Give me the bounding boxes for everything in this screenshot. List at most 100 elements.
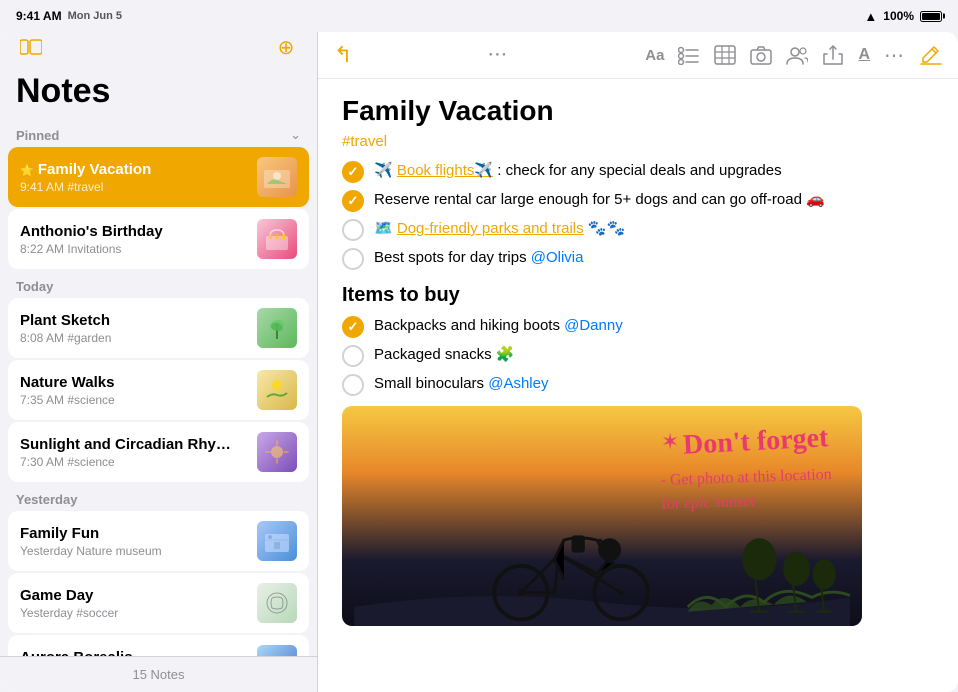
pinned-chevron[interactable]: ⌄ <box>290 127 301 143</box>
sidebar: ⊕ Notes Pinned ⌄ ⭐ Family Vacation 9:41 … <box>0 32 318 692</box>
toolbar-left: ↰ <box>334 42 352 68</box>
note-thumb-family-vacation <box>257 157 297 197</box>
note-editor[interactable]: Family Vacation #travel ✈️ Book flights✈… <box>318 79 958 692</box>
notes-title: Notes <box>0 68 317 119</box>
status-bar: 9:41 AM Mon Jun 5 ▲ 100% <box>0 0 958 32</box>
note-item-family-fun[interactable]: Family Fun Yesterday Nature museum <box>8 511 309 571</box>
note-title-game-day: Game Day <box>20 587 247 604</box>
note-meta-nature-walks: 7:35 AM #science <box>20 393 247 407</box>
sidebar-toggle-button[interactable] <box>16 32 46 62</box>
note-item-content: Family Fun Yesterday Nature museum <box>20 525 247 558</box>
note-title-aurora-borealis: Aurora Borealis <box>20 649 247 657</box>
wifi-icon: ▲ <box>864 9 877 24</box>
more-options-button[interactable]: ⊕ <box>271 32 301 62</box>
checklist-item-2: Reserve rental car large enough for 5+ d… <box>342 189 934 212</box>
mention-ashley: @Ashley <box>488 375 548 392</box>
flight-emoji: ✈️ <box>374 162 397 179</box>
markup-button[interactable]: A <box>858 46 870 64</box>
flight-text: : check for any special deals and upgrad… <box>493 162 782 179</box>
toolbar-right: Aa <box>645 43 942 68</box>
note-item-content: Nature Walks 7:35 AM #science <box>20 374 247 407</box>
note-thumb-sunlight-circadian <box>257 432 297 472</box>
book-flights-link[interactable]: Book flights✈️ <box>397 162 493 179</box>
buy-item-1: Backpacks and hiking boots @Danny <box>342 315 934 338</box>
pinned-section-header: Pinned ⌄ <box>8 119 309 147</box>
mention-danny: @Danny <box>564 317 623 334</box>
compose-button[interactable] <box>920 45 942 65</box>
items-to-buy-heading: Items to buy <box>342 284 934 307</box>
note-title-sunlight-circadian: Sunlight and Circadian Rhy… <box>20 436 247 453</box>
handwrite-star-icon: ✶ <box>661 429 679 455</box>
buy-check-1[interactable] <box>342 316 364 338</box>
checklist-button[interactable] <box>678 45 700 65</box>
collaborate-button[interactable] <box>786 45 808 65</box>
battery-percent: 100% <box>883 9 914 23</box>
note-item-sunlight-circadian[interactable]: Sunlight and Circadian Rhy… 7:30 AM #sci… <box>8 422 309 482</box>
check-circle-1[interactable] <box>342 161 364 183</box>
dog-parks-link[interactable]: Dog-friendly parks and trails <box>397 220 584 237</box>
note-meta-anthonios-birthday: 8:22 AM Invitations <box>20 242 247 256</box>
note-title-nature-walks: Nature Walks <box>20 374 247 391</box>
buy-check-2[interactable] <box>342 345 364 367</box>
check-circle-3[interactable] <box>342 219 364 241</box>
note-item-content: Game Day Yesterday #soccer <box>20 587 247 620</box>
buy-text-3: Small binoculars @Ashley <box>374 373 548 394</box>
buy-item-2: Packaged snacks 🧩 <box>342 344 934 367</box>
checklist-item-3: 🗺️ Dog-friendly parks and trails 🐾🐾 <box>342 218 934 241</box>
buy-text-1: Backpacks and hiking boots @Danny <box>374 315 623 336</box>
note-item-anthonios-birthday[interactable]: Anthonio's Birthday 8:22 AM Invitations <box>8 209 309 269</box>
today-label: Today <box>16 279 53 294</box>
note-meta-plant-sketch: 8:08 AM #garden <box>20 331 247 345</box>
note-image: ✶ Don't forget - Get photo at this locat… <box>342 406 862 626</box>
cyclist-svg <box>342 483 862 626</box>
sidebar-toolbar: ⊕ <box>0 32 317 68</box>
toolbar-center: ●●● <box>489 52 509 58</box>
note-item-content: ⭐ Family Vacation 9:41 AM #travel <box>20 161 247 194</box>
font-format-button[interactable]: Aa <box>645 47 664 64</box>
note-item-content: Aurora Borealis Yesterday Collisions wit… <box>20 649 247 657</box>
buy-item-3: Small binoculars @Ashley <box>342 373 934 396</box>
check-circle-4[interactable] <box>342 248 364 270</box>
note-item-content: Plant Sketch 8:08 AM #garden <box>20 312 247 345</box>
check-circle-2[interactable] <box>342 190 364 212</box>
handwrite-dont-forget: Don't forget <box>683 422 830 462</box>
note-item-content: Anthonio's Birthday 8:22 AM Invitations <box>20 223 247 256</box>
note-meta-family-vacation: 9:41 AM #travel <box>20 180 247 194</box>
table-button[interactable] <box>714 45 736 65</box>
note-item-nature-walks[interactable]: Nature Walks 7:35 AM #science <box>8 360 309 420</box>
note-thumb-nature-walks <box>257 370 297 410</box>
note-thumb-plant-sketch <box>257 308 297 348</box>
yesterday-section-header: Yesterday <box>8 484 309 511</box>
note-item-game-day[interactable]: Game Day Yesterday #soccer <box>8 573 309 633</box>
note-item-plant-sketch[interactable]: Plant Sketch 8:08 AM #garden <box>8 298 309 358</box>
status-date: Mon Jun 5 <box>68 10 122 22</box>
mention-olivia: @Olivia <box>531 249 584 266</box>
note-thumb-anthonios-birthday <box>257 219 297 259</box>
buy-text-2: Packaged snacks 🧩 <box>374 344 514 365</box>
main-toolbar: ↰ ●●● Aa <box>318 32 958 79</box>
back-button[interactable]: ↰ <box>334 42 352 68</box>
note-item-aurora-borealis[interactable]: Aurora Borealis Yesterday Collisions wit… <box>8 635 309 656</box>
battery-fill <box>922 13 940 20</box>
app-container: ⊕ Notes Pinned ⌄ ⭐ Family Vacation 9:41 … <box>0 32 958 692</box>
pinned-label: Pinned <box>16 128 59 143</box>
checklist-item-1: ✈️ Book flights✈️ : check for any specia… <box>342 160 934 183</box>
checklist-text-3: 🗺️ Dog-friendly parks and trails 🐾🐾 <box>374 218 625 239</box>
note-meta-game-day: Yesterday #soccer <box>20 606 247 620</box>
share-button[interactable] <box>822 45 844 65</box>
note-item-family-vacation[interactable]: ⭐ Family Vacation 9:41 AM #travel <box>8 147 309 207</box>
note-thumb-game-day <box>257 583 297 623</box>
toolbar-dots: ●●● <box>489 52 509 58</box>
camera-button[interactable] <box>750 45 772 65</box>
main-content: ↰ ●●● Aa <box>318 32 958 692</box>
buy-check-3[interactable] <box>342 374 364 396</box>
note-title-family-vacation: ⭐ Family Vacation <box>20 161 247 178</box>
status-bar-left: 9:41 AM Mon Jun 5 <box>16 9 122 23</box>
note-title-anthonios-birthday: Anthonio's Birthday <box>20 223 247 240</box>
note-meta-sunlight-circadian: 7:30 AM #science <box>20 455 247 469</box>
checklist-text-1: ✈️ Book flights✈️ : check for any specia… <box>374 160 782 181</box>
status-time: 9:41 AM <box>16 9 62 23</box>
checklist-text-4: Best spots for day trips @Olivia <box>374 247 583 268</box>
more-button[interactable]: ⋯ <box>884 43 906 68</box>
sidebar-footer: 15 Notes <box>0 656 317 692</box>
